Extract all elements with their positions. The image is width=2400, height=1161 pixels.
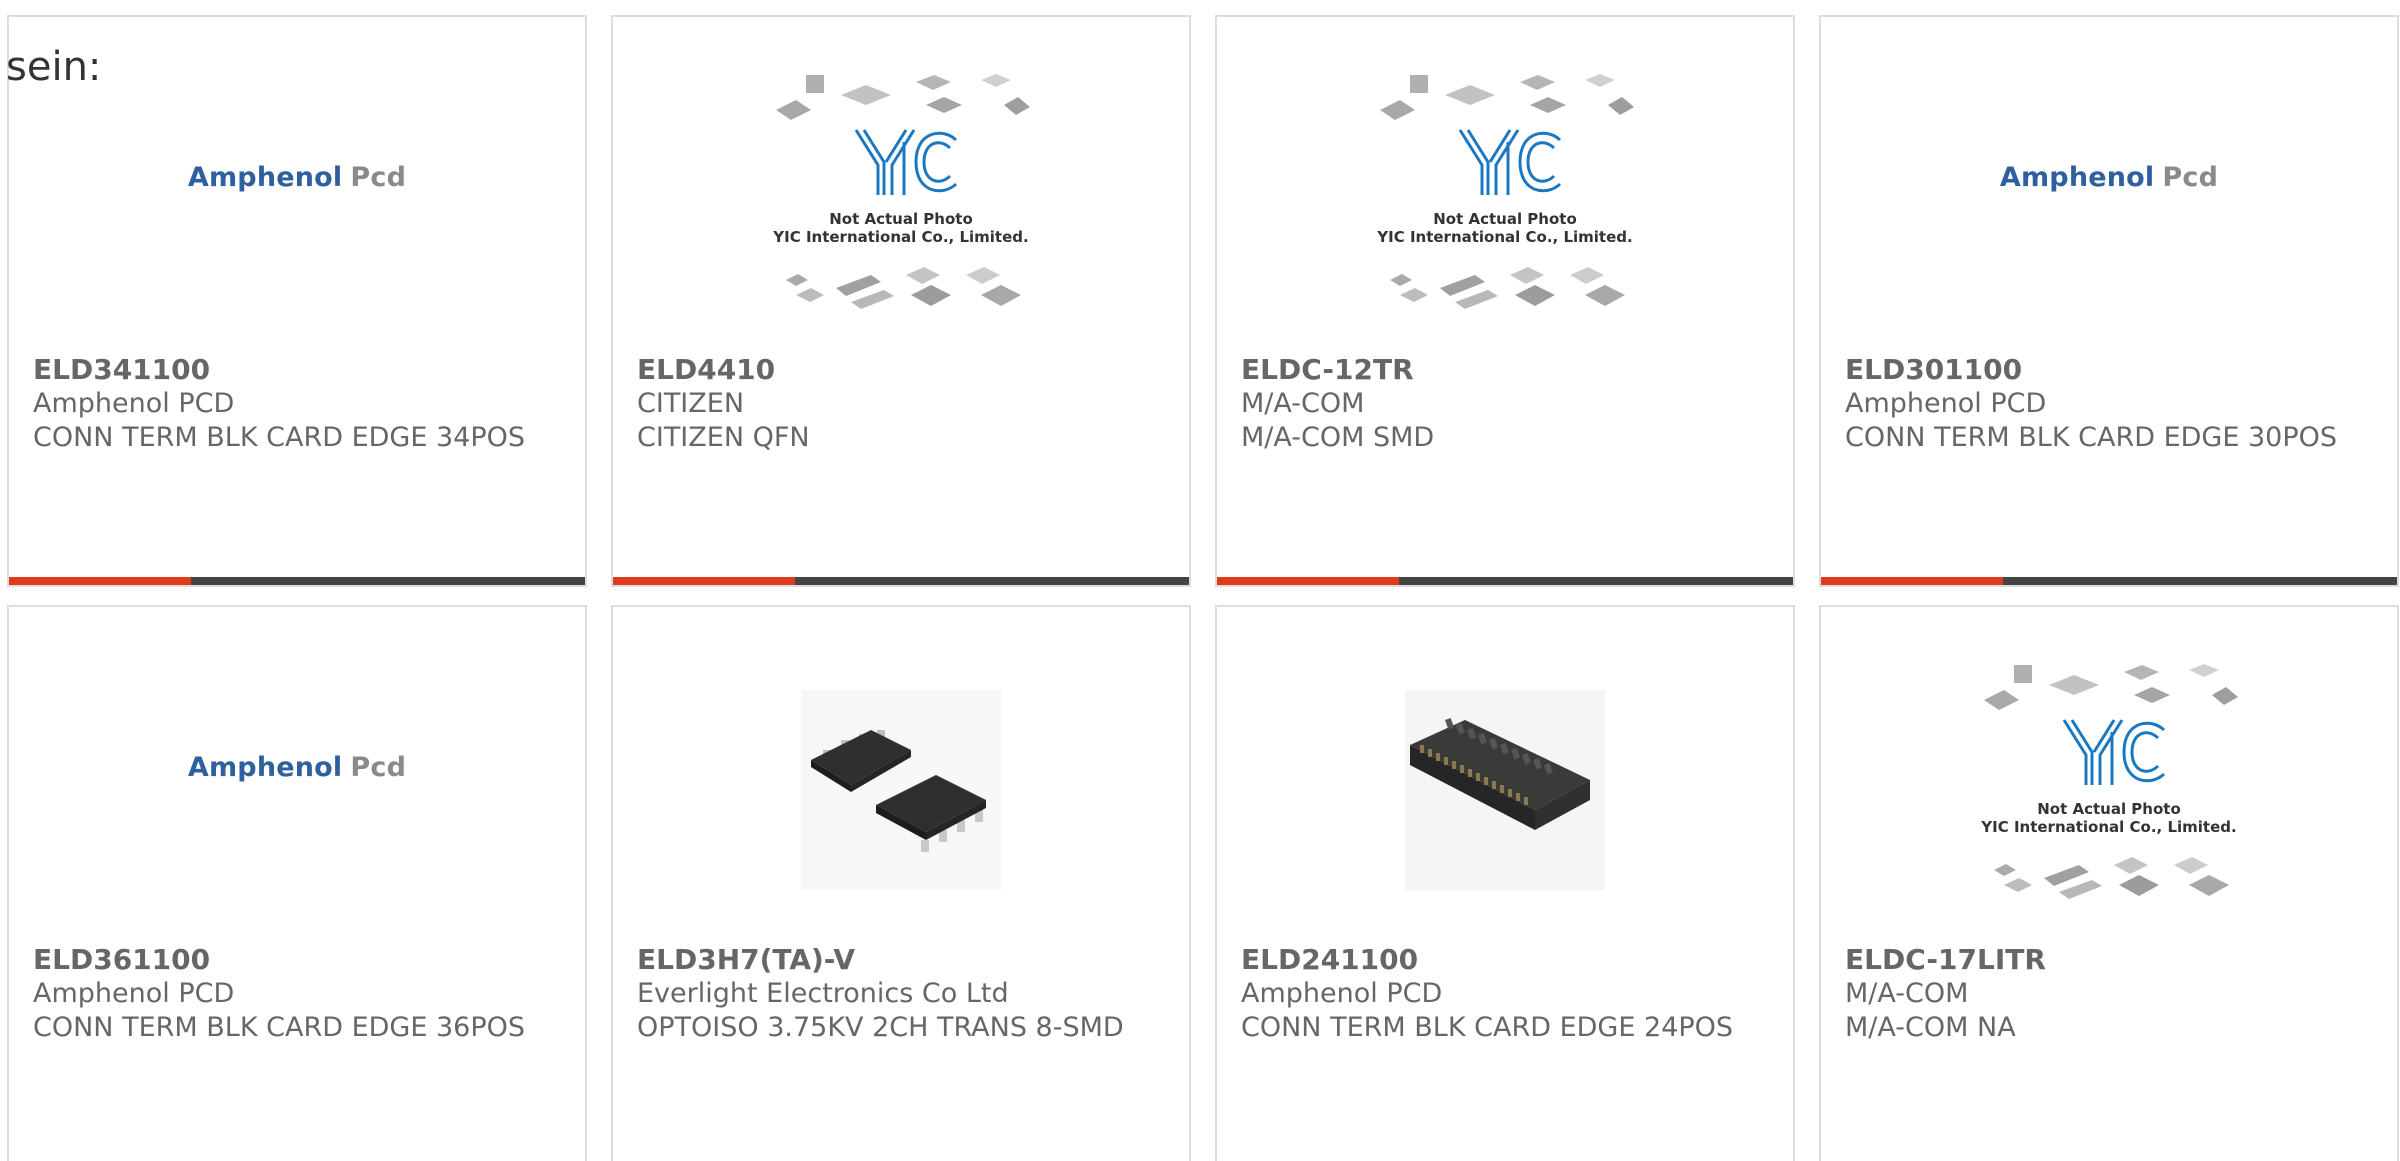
product-info: ELDC-12TR M/A-COM M/A-COM SMD [1241,353,1769,455]
logo-text-secondary: Pcd [350,161,407,193]
product-image[interactable]: Amphenol Pcd [9,627,585,957]
not-actual-photo-image: Not Actual Photo YIC International Co., … [1370,70,1640,334]
product-card[interactable]: Not Actual Photo YIC International Co., … [611,15,1191,587]
product-info: ELDC-17LITR M/A-COM M/A-COM NA [1845,943,2373,1045]
logo-text-primary: Amphenol [187,751,343,783]
product-image[interactable] [613,627,1189,957]
product-image[interactable] [1217,627,1793,957]
svg-text:Not Actual Photo: Not Actual Photo [2037,800,2181,818]
intro-text: sein: [6,44,102,90]
product-card[interactable]: Not Actual Photo YIC International Co., … [1819,605,2399,1161]
svg-text:Not Actual Photo: Not Actual Photo [829,210,973,228]
product-description: M/A-COM NA [1845,1012,2016,1043]
logo-text-secondary: Pcd [350,751,407,783]
manufacturer-name: Amphenol PCD [1845,388,2047,419]
manufacturer-name: Amphenol PCD [1241,978,1443,1009]
part-number-link[interactable]: ELD4410 [637,353,1165,387]
manufacturer-name: Everlight Electronics Co Ltd [637,978,1009,1009]
product-info: ELD341100 Amphenol PCD CONN TERM BLK CAR… [33,353,561,455]
card-bottom-bar [9,577,585,585]
product-image[interactable]: Not Actual Photo YIC International Co., … [1217,37,1793,367]
card-accent-bar [1821,577,2003,585]
card-accent-bar [9,577,191,585]
amphenol-logo: Amphenol Pcd [188,162,406,193]
svg-text:YIC International Co., Limited: YIC International Co., Limited. [1376,228,1632,246]
amphenol-logo: Amphenol Pcd [2000,162,2218,193]
part-number-link[interactable]: ELD301100 [1845,353,2373,387]
card-accent-bar [613,577,795,585]
part-number-link[interactable]: ELD361100 [33,943,561,977]
product-description: CITIZEN QFN [637,422,810,453]
card-bottom-bar [1217,577,1793,585]
part-number-link[interactable]: ELD241100 [1241,943,1769,977]
not-actual-photo-image: Not Actual Photo YIC International Co., … [766,70,1036,334]
manufacturer-name: M/A-COM [1241,388,1365,419]
product-info: ELD241100 Amphenol PCD CONN TERM BLK CAR… [1241,943,1769,1045]
part-number-link[interactable]: ELD341100 [33,353,561,387]
card-bottom-bar [613,577,1189,585]
svg-text:YIC International Co., Limited: YIC International Co., Limited. [772,228,1028,246]
product-grid-page: sein: Amphenol Pcd ELD341100 Amphenol PCD… [0,0,2400,1161]
product-grid: Amphenol Pcd ELD341100 Amphenol PCD CONN … [7,15,2399,1161]
product-card[interactable]: Amphenol Pcd ELD361100 Amphenol PCD CONN … [7,605,587,1161]
logo-text-secondary: Pcd [2162,161,2219,193]
product-card[interactable]: ELD241100 Amphenol PCD CONN TERM BLK CAR… [1215,605,1795,1161]
svg-text:YIC International Co., Limited: YIC International Co., Limited. [1980,818,2236,836]
optoisolator-ic-image [801,690,1001,894]
logo-text-primary: Amphenol [187,161,343,193]
product-description: CONN TERM BLK CARD EDGE 30POS [1845,422,2338,453]
card-accent-bar [1217,577,1399,585]
product-image[interactable]: Not Actual Photo YIC International Co., … [613,37,1189,367]
product-info: ELD3H7(TA)-V Everlight Electronics Co Lt… [637,943,1165,1045]
product-description: M/A-COM SMD [1241,422,1435,453]
product-image[interactable]: Not Actual Photo YIC International Co., … [1821,627,2397,957]
product-card[interactable]: Not Actual Photo YIC International Co., … [1215,15,1795,587]
card-edge-connector-image [1405,690,1605,894]
product-card[interactable]: Amphenol Pcd ELD301100 Amphenol PCD CONN … [1819,15,2399,587]
product-card[interactable]: Amphenol Pcd ELD341100 Amphenol PCD CONN … [7,15,587,587]
part-number-link[interactable]: ELDC-12TR [1241,353,1769,387]
manufacturer-name: CITIZEN [637,388,745,419]
product-info: ELD4410 CITIZEN CITIZEN QFN [637,353,1165,455]
manufacturer-name: Amphenol PCD [33,978,235,1009]
not-actual-photo-image: Not Actual Photo YIC International Co., … [1974,660,2244,924]
logo-text-primary: Amphenol [1999,161,2155,193]
part-number-link[interactable]: ELD3H7(TA)-V [637,943,1165,977]
manufacturer-name: Amphenol PCD [33,388,235,419]
product-description: OPTOISO 3.75KV 2CH TRANS 8-SMD [637,1012,1124,1043]
product-description: CONN TERM BLK CARD EDGE 36POS [33,1012,526,1043]
product-info: ELD361100 Amphenol PCD CONN TERM BLK CAR… [33,943,561,1045]
svg-text:Not Actual Photo: Not Actual Photo [1433,210,1577,228]
product-image[interactable]: Amphenol Pcd [1821,37,2397,367]
card-bottom-bar [1821,577,2397,585]
manufacturer-name: M/A-COM [1845,978,1969,1009]
part-number-link[interactable]: ELDC-17LITR [1845,943,2373,977]
product-info: ELD301100 Amphenol PCD CONN TERM BLK CAR… [1845,353,2373,455]
product-card[interactable]: ELD3H7(TA)-V Everlight Electronics Co Lt… [611,605,1191,1161]
product-description: CONN TERM BLK CARD EDGE 24POS [1241,1012,1734,1043]
product-description: CONN TERM BLK CARD EDGE 34POS [33,422,526,453]
amphenol-logo: Amphenol Pcd [188,752,406,783]
